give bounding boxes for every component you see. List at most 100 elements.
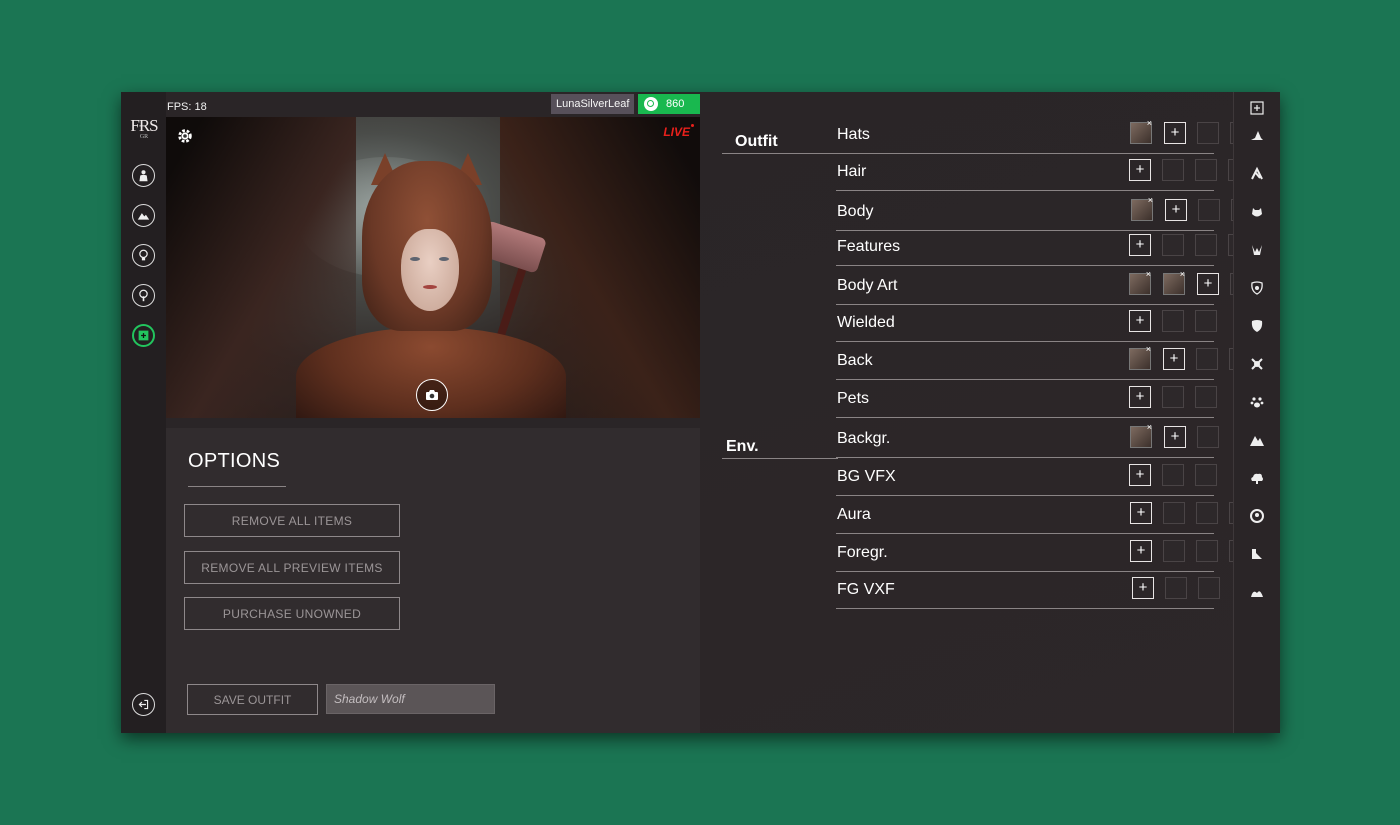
nav-bulb-button[interactable] — [132, 244, 155, 267]
row-divider — [836, 608, 1214, 609]
row-label-body-art: Body Art — [837, 277, 898, 294]
empty-item-slot[interactable] — [1197, 122, 1219, 144]
add-item-button[interactable]: + — [1197, 273, 1219, 295]
landscape-icon — [137, 213, 150, 220]
empty-item-slot[interactable] — [1195, 464, 1217, 486]
row-label-hair: Hair — [837, 163, 867, 180]
options-title: OPTIONS — [188, 450, 281, 472]
live-indicator: LIVE — [663, 124, 694, 139]
remove-preview-items-button[interactable]: REMOVE ALL PREVIEW ITEMS — [184, 551, 400, 584]
equipped-item-thumbnail[interactable] — [1163, 269, 1185, 295]
empty-item-slot[interactable] — [1162, 386, 1184, 408]
gear-icon[interactable] — [176, 127, 194, 145]
crossed-swords-icon — [1251, 358, 1263, 370]
category-foreground-button[interactable] — [1247, 544, 1267, 564]
logo-text: FɌS — [130, 116, 158, 135]
category-body-art-button[interactable] — [1247, 278, 1267, 298]
empty-item-slot[interactable] — [1195, 159, 1217, 181]
row-label-fg-vxf: FG VXF — [837, 581, 895, 598]
nav-person-button[interactable] — [132, 164, 155, 187]
empty-item-slot[interactable] — [1162, 464, 1184, 486]
category-body-button[interactable] — [1247, 202, 1267, 222]
category-features-button[interactable] — [1247, 240, 1267, 260]
row-divider — [836, 533, 1214, 534]
section-outfit-line — [722, 153, 838, 154]
equipped-item-thumbnail[interactable] — [1129, 269, 1151, 295]
username-badge[interactable]: LunaSilverLeaf — [551, 94, 635, 114]
equipped-item-thumbnail[interactable] — [1130, 118, 1152, 144]
logout-button[interactable] — [132, 693, 155, 716]
coin-balance[interactable]: 860 — [638, 94, 700, 114]
body-art-icon — [1251, 281, 1263, 295]
add-item-button[interactable]: + — [1165, 199, 1187, 221]
row-divider — [836, 230, 1214, 231]
add-item-button[interactable]: + — [1130, 502, 1152, 524]
snapshot-button[interactable] — [416, 379, 448, 411]
row-label-back: Back — [837, 352, 873, 369]
left-nav-rail: FɌS GR — [121, 92, 166, 733]
nav-customize-button[interactable] — [132, 324, 155, 347]
equipped-item-thumbnail[interactable] — [1130, 422, 1152, 448]
add-item-button[interactable]: + — [1164, 122, 1186, 144]
category-hair-button[interactable] — [1247, 164, 1267, 184]
empty-item-slot[interactable] — [1198, 577, 1220, 599]
add-item-button[interactable]: + — [1163, 348, 1185, 370]
add-item-button[interactable]: + — [1129, 234, 1151, 256]
equipped-item-thumbnail[interactable] — [1131, 195, 1153, 221]
row-divider — [836, 379, 1214, 380]
remove-all-items-button[interactable]: REMOVE ALL ITEMS — [184, 504, 400, 537]
category-paw-button[interactable] — [1247, 392, 1267, 412]
empty-item-slot[interactable] — [1196, 502, 1218, 524]
body-icon — [1252, 208, 1262, 217]
tree-icon — [139, 289, 148, 302]
empty-item-slot[interactable] — [1198, 199, 1220, 221]
empty-item-slot[interactable] — [1163, 540, 1185, 562]
empty-item-slot[interactable] — [1196, 348, 1218, 370]
category-aura-button[interactable] — [1247, 506, 1267, 526]
empty-item-slot[interactable] — [1196, 540, 1218, 562]
empty-item-slot[interactable] — [1195, 386, 1217, 408]
category-shield-button[interactable] — [1247, 316, 1267, 336]
add-item-button[interactable]: + — [1130, 540, 1152, 562]
nav-landscape-button[interactable] — [132, 204, 155, 227]
category-hat-button[interactable] — [1247, 126, 1267, 146]
cloud-icon — [1251, 473, 1263, 484]
category-add-square-button[interactable] — [1247, 98, 1267, 118]
row-divider — [836, 153, 1214, 154]
empty-item-slot[interactable] — [1197, 426, 1219, 448]
outfit-name-input[interactable] — [326, 684, 495, 714]
row-divider — [836, 495, 1214, 496]
purchase-unowned-button[interactable]: PURCHASE UNOWNED — [184, 597, 400, 630]
category-fg-vfx-button[interactable] — [1247, 582, 1267, 602]
mountains-icon — [1250, 436, 1264, 446]
empty-item-slot[interactable] — [1162, 310, 1184, 332]
empty-item-slot[interactable] — [1162, 159, 1184, 181]
empty-item-slot[interactable] — [1162, 234, 1184, 256]
row-divider — [836, 417, 1214, 418]
add-item-button[interactable]: + — [1129, 159, 1151, 181]
category-mountains-button[interactable] — [1247, 430, 1267, 450]
avatar-eye-right — [439, 257, 449, 261]
empty-item-slot[interactable] — [1195, 234, 1217, 256]
row-label-backgr-: Backgr. — [837, 430, 891, 447]
row-label-body: Body — [837, 203, 874, 220]
category-cloud-button[interactable] — [1247, 468, 1267, 488]
hair-icon — [1251, 166, 1263, 180]
options-divider — [188, 486, 286, 487]
save-outfit-button[interactable]: SAVE OUTFIT — [187, 684, 318, 715]
add-square-icon — [1250, 101, 1264, 115]
row-divider — [836, 341, 1214, 342]
empty-item-slot[interactable] — [1165, 577, 1187, 599]
add-item-button[interactable]: + — [1129, 386, 1151, 408]
empty-item-slot[interactable] — [1195, 310, 1217, 332]
add-item-button[interactable]: + — [1129, 464, 1151, 486]
category-crossed-swords-button[interactable] — [1247, 354, 1267, 374]
row-label-wielded: Wielded — [837, 314, 895, 331]
add-item-button[interactable]: + — [1129, 310, 1151, 332]
empty-item-slot[interactable] — [1163, 502, 1185, 524]
add-item-button[interactable]: + — [1164, 426, 1186, 448]
equipped-item-thumbnail[interactable] — [1129, 344, 1151, 370]
add-item-button[interactable]: + — [1132, 577, 1154, 599]
nav-tree-button[interactable] — [132, 284, 155, 307]
row-divider — [836, 457, 1214, 458]
